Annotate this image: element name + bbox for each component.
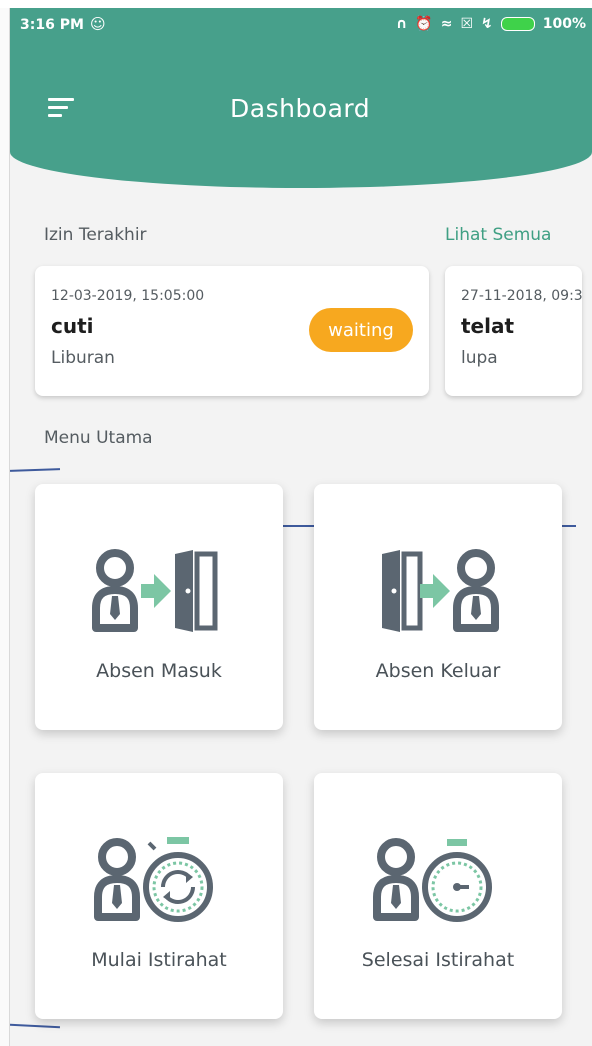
izin-section-label: Izin Terakhir [44,225,147,245]
status-bar: 3:16 PM ☺ ∩ ⏰ ≈ ☒ ↯ 100% [10,8,592,42]
page-title: Dashboard [230,94,371,123]
selesai-istirahat-button[interactable]: Selesai Istirahat [314,773,562,1019]
menu-item-label: Absen Keluar [375,660,501,682]
person-stopwatch-start-icon [94,837,213,922]
mulai-istirahat-button[interactable]: Mulai Istirahat [35,773,283,1019]
door-person-exit-icon [382,549,499,632]
status-icons: ∩ ⏰ ≈ ☒ ↯ 100% [396,16,586,32]
wifi-icon: ≈ [440,16,453,32]
screen-top-edge [0,0,592,8]
charging-icon: ↯ [481,16,493,32]
izin-card[interactable]: 12-03-2019, 15:05:00 cuti Liburan waitin… [35,266,429,396]
absen-keluar-button[interactable]: Absen Keluar [314,484,562,730]
battery-icon [500,17,535,31]
hamburger-menu-icon[interactable] [48,98,74,120]
battery-percent: 100% [542,16,586,32]
izin-type: telat [461,314,515,338]
menu-item-label: Selesai Istirahat [361,949,515,971]
izin-card[interactable]: 27-11-2018, 09:3 telat lupa [445,266,582,396]
izin-date: 12-03-2019, 15:05:00 [51,288,205,304]
decorative-line [9,1023,61,1028]
headphones-icon: ∩ [395,16,408,32]
see-all-link[interactable]: Lihat Semua [445,225,551,245]
android-debug-icon: ☺ [90,15,106,33]
alarm-off-icon: ⏰ [415,16,433,32]
menu-item-label: Absen Masuk [96,660,222,682]
screen-left-edge [0,0,10,1046]
menu-item-label: Mulai Istirahat [91,949,227,971]
menu-section-label: Menu Utama [44,428,153,448]
izin-type: cuti [51,314,94,338]
izin-date: 27-11-2018, 09:3 [461,288,582,304]
person-stopwatch-finish-icon [373,838,492,922]
izin-reason: Liburan [51,348,115,368]
status-time: 3:16 PM [20,17,84,33]
status-badge[interactable]: waiting [309,308,413,352]
sim-off-icon: ☒ [460,16,473,32]
decorative-line [9,468,61,472]
person-door-enter-icon [92,549,218,632]
izin-reason: lupa [461,348,498,368]
absen-masuk-button[interactable]: Absen Masuk [35,484,283,730]
